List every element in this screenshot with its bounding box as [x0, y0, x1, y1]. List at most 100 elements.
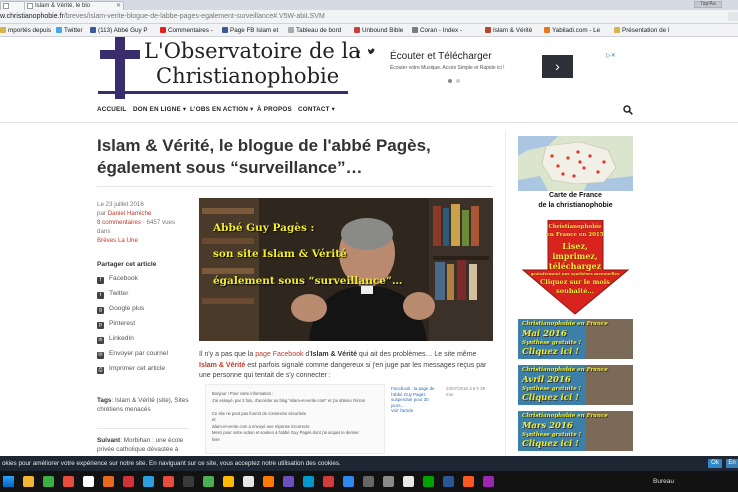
extension-icon[interactable]	[728, 12, 738, 21]
folder-icon	[0, 27, 6, 33]
monthly-synthesis-banner[interactable]: Christianophobie en France Mai 2016 Synthè…	[518, 319, 633, 359]
nav-obs-en-action[interactable]: L'OBS EN ACTION ▾	[190, 106, 253, 114]
close-tab-icon[interactable]: ✕	[116, 2, 121, 10]
bookmark-item[interactable]: Islam & Vérité	[485, 27, 532, 34]
viber-icon[interactable]	[483, 476, 494, 487]
vlc-icon[interactable]	[103, 476, 114, 487]
category-link[interactable]: Brèves La Une	[97, 236, 189, 245]
share-linkedin[interactable]: in LinkedIn	[97, 335, 134, 344]
bookmark-item[interactable]: Coran - Index -	[412, 27, 462, 34]
share-facebook[interactable]: f Facebook	[97, 275, 138, 284]
comments-link[interactable]: 8 commentaires	[97, 219, 141, 226]
banner-sub: Synthèse gratuite !	[522, 386, 582, 392]
onenote-icon[interactable]	[283, 476, 294, 487]
ad-banner[interactable]: Écouter et Télécharger Écouter votre Mus…	[386, 48, 624, 84]
skype-icon[interactable]	[143, 476, 154, 487]
article-meta: Le 23 juillet 2016 par Daniel Hamiche 8 …	[97, 200, 189, 245]
banner-cta: Cliquez ici !	[522, 347, 579, 357]
message-line: et	[212, 417, 216, 422]
bookmark-item[interactable]: Unbound Bible	[354, 27, 403, 34]
map-caption[interactable]: Carte de France de la christianophobie	[518, 191, 633, 215]
store-icon[interactable]	[443, 476, 454, 487]
cross-logo-icon[interactable]	[100, 37, 140, 99]
nav-don-en-ligne[interactable]: DON EN LIGNE ▾	[133, 106, 186, 114]
ad-arrow-button[interactable]: ›	[542, 55, 573, 78]
bookmark-item[interactable]: Présentation de l	[614, 27, 669, 34]
ad-dot[interactable]	[456, 79, 460, 83]
banner-cta: Cliquez ici !	[522, 393, 579, 403]
bookmark-item[interactable]: Commentaires -	[160, 27, 213, 34]
twitter-icon[interactable]	[367, 48, 375, 58]
bookmark-item[interactable]: mportés depuis	[0, 27, 51, 34]
folder-icon[interactable]	[223, 476, 234, 487]
chrome-icon[interactable]	[43, 476, 54, 487]
pdf-icon[interactable]	[323, 476, 334, 487]
share-pinterest[interactable]: p Pinterest	[97, 320, 135, 329]
ad-dot[interactable]	[448, 79, 452, 83]
author-link[interactable]: Daniel Hamiche	[108, 210, 152, 217]
search-icon[interactable]	[623, 105, 633, 115]
bookmark-item[interactable]: Tableau de bord	[288, 27, 341, 34]
settings-icon[interactable]	[363, 476, 374, 487]
cookie-text: okies pour améliorer votre expérience su…	[2, 460, 341, 467]
share-google-plus[interactable]: g Google plus	[97, 305, 144, 314]
nav-a-propos[interactable]: À PROPOS	[257, 106, 292, 114]
message-line: J'ai essayé, par 3 fois, d'accéder au bl…	[212, 397, 366, 403]
site-logo-line2[interactable]: Christianophobie	[156, 62, 339, 90]
site-logo-line1[interactable]: L'Observatoire de la	[144, 37, 361, 65]
firefox-icon[interactable]	[263, 476, 274, 487]
app-icon[interactable]	[123, 476, 134, 487]
browser-tab-active[interactable]: Islam & Vérité, le blo ✕	[24, 1, 124, 10]
tab-label: Islam & Vérité, le blo	[35, 3, 91, 9]
url-text[interactable]: w.christianophobie.fr/breves/islam-verit…	[0, 13, 325, 21]
facebook-page-link[interactable]: page Facebook	[255, 351, 303, 358]
france-map[interactable]	[518, 136, 633, 191]
taskbar-desktop-label[interactable]: Bureau	[653, 478, 674, 485]
nav-accueil[interactable]: ACCUEIL	[97, 106, 126, 114]
banner-cta: Cliquez ici !	[522, 439, 579, 449]
monthly-synthesis-banner[interactable]: Christianophobie en France Mars 2016 Synth…	[518, 411, 633, 451]
bookmark-item[interactable]: Page FB Islam et	[222, 27, 278, 34]
media-icon[interactable]	[463, 476, 474, 487]
adchoices-icon[interactable]: ▷✕	[606, 52, 616, 60]
bookmark-item[interactable]: Twitter	[56, 27, 83, 34]
bookmark-item[interactable]: (113) Abbé Guy P	[90, 27, 148, 34]
paint-icon[interactable]	[243, 476, 254, 487]
bookmark-item[interactable]: Yabiladi.com - Le	[544, 27, 600, 34]
calculator-icon[interactable]	[383, 476, 394, 487]
article-date: Le 23 juillet 2016	[97, 201, 144, 208]
article-video-still[interactable]: Abbé Guy Pagès : son site Islam & Vérité…	[199, 198, 493, 341]
share-email[interactable]: ✉ Envoyer par courriel	[97, 350, 168, 359]
notepad-icon[interactable]	[83, 476, 94, 487]
opera-icon[interactable]	[163, 476, 174, 487]
paint-icon[interactable]	[403, 476, 414, 487]
monthly-synthesis-banner[interactable]: Christianophobie en France Avril 2016 Synt…	[518, 365, 633, 405]
excel-icon[interactable]	[423, 476, 434, 487]
maps-icon[interactable]	[203, 476, 214, 487]
screen: Islam & Vérité, le blo ✕ Tap/Aa w.christi…	[0, 0, 738, 492]
facebook-icon[interactable]: f	[357, 49, 360, 59]
ie-icon[interactable]	[303, 476, 314, 487]
start-icon[interactable]	[3, 476, 14, 487]
arrow-text-line: gratuitement nos synthèses mensuelles	[530, 271, 620, 276]
next-article[interactable]: Suivant: Morbihan : une école privée cat…	[97, 436, 189, 454]
browser-tab[interactable]	[0, 1, 26, 10]
banner-sub: Synthèse gratuite !	[522, 432, 582, 438]
address-bar[interactable]: w.christianophobie.fr/breves/islam-verit…	[0, 10, 738, 24]
tags-links[interactable]: : Islam & Vérité (site), Sites chrétiens…	[97, 397, 189, 413]
banner-title: Christianophobie en France	[522, 413, 608, 419]
related-article-link[interactable]: Facebook : la page de l'abbé Guy Pagès s…	[391, 386, 439, 414]
share-print[interactable]: ⎙ Imprimer cet article	[97, 365, 165, 374]
arrow-text-line: souhaité…	[556, 287, 594, 295]
word-icon[interactable]	[343, 476, 354, 487]
file-explorer-icon[interactable]	[23, 476, 34, 487]
cookie-more-button[interactable]: En	[726, 459, 738, 468]
message-line: Merci pour votre action et soutien à l'a…	[212, 430, 359, 435]
ad-title[interactable]: Écouter et Télécharger	[390, 51, 492, 63]
nav-contact[interactable]: CONTACT ▾	[298, 106, 335, 114]
cookie-ok-button[interactable]: Ok	[708, 459, 722, 468]
firefox-icon[interactable]	[63, 476, 74, 487]
terminal-icon[interactable]	[183, 476, 194, 487]
window-profile-button[interactable]: Tap/Aa	[694, 1, 722, 8]
share-twitter[interactable]: t Twitter	[97, 290, 128, 299]
